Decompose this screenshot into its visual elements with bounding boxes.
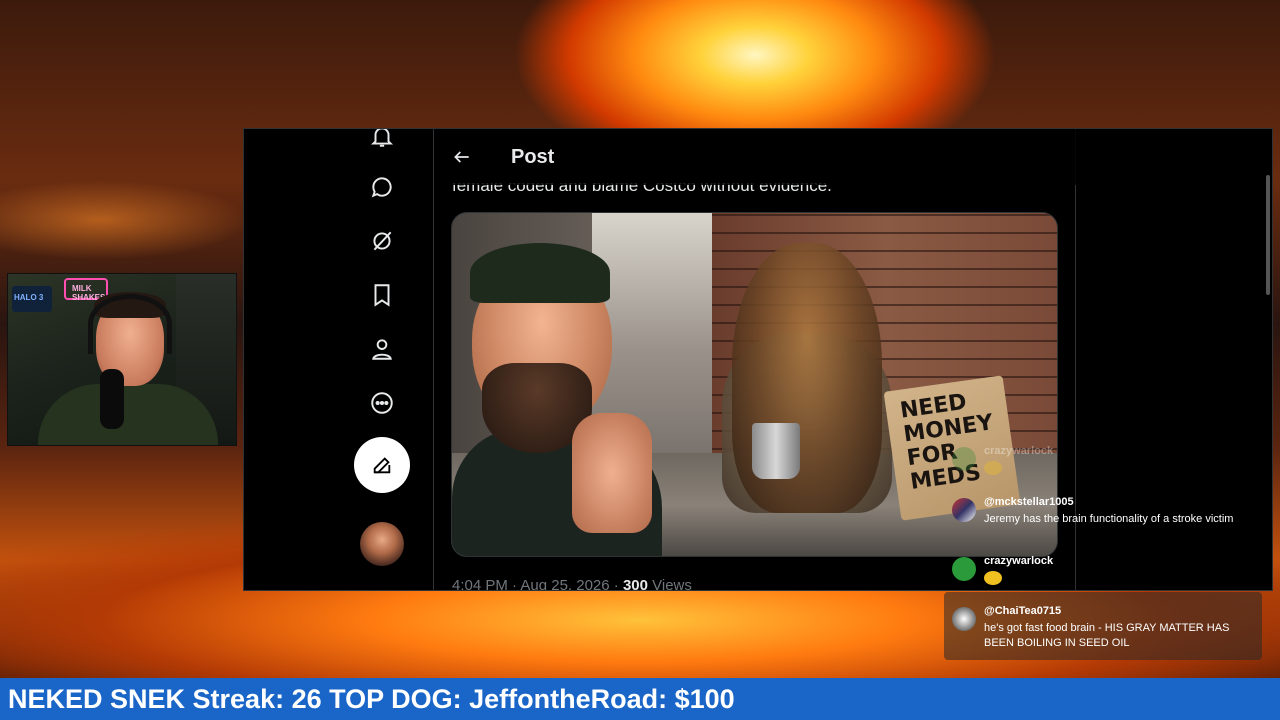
chat-message: @mckstellar1005 Jeremy has the brain fun… (952, 496, 1257, 544)
chat-avatar (952, 498, 976, 522)
scrollbar[interactable] (1266, 175, 1270, 295)
account-avatar[interactable] (360, 522, 404, 566)
image-thumbs-up (572, 413, 652, 533)
webcam-neon-sign-left: HALO 3 (12, 286, 52, 312)
post-timestamp: 4:04 PM · Aug 25, 2026 · (452, 577, 623, 591)
grok-icon[interactable] (367, 226, 397, 256)
headset (88, 294, 172, 354)
bottom-ticker: NEKED SNEK Streak: 26 TOP DOG: Jeffonthe… (0, 678, 1280, 720)
webcam-feed: HALO 3 MILK SHAKES (7, 273, 237, 446)
chat-avatar (952, 557, 976, 581)
microphone (100, 369, 124, 429)
chat-text: he's got fast food brain - HIS GRAY MATT… (984, 622, 1230, 649)
profile-icon[interactable] (367, 334, 397, 364)
chat-message: crazywarlock (952, 555, 1257, 591)
chat-username: @ChaiTea0715 (984, 605, 1062, 617)
page-title: Post (511, 146, 555, 168)
messages-icon[interactable] (367, 172, 397, 202)
stream-chat: crazywarlock @mckstellar1005 Jeremy has … (944, 440, 1264, 660)
left-navigation (244, 129, 434, 590)
ticker-text: NEKED SNEK Streak: 26 TOP DOG: Jeffonthe… (8, 684, 735, 714)
chat-message: crazywarlock (952, 445, 1257, 485)
compose-icon (373, 457, 391, 474)
bookmarks-icon[interactable] (367, 280, 397, 310)
post-header: Post (434, 129, 1076, 185)
chat-username: @mckstellar1005 (984, 496, 1074, 508)
back-button[interactable] (448, 143, 476, 171)
arrow-left-icon (454, 151, 469, 163)
compose-post-button[interactable] (354, 437, 410, 493)
chat-avatar (952, 447, 976, 471)
chat-username: crazywarlock (984, 445, 1054, 457)
post-views-count: 300 (622, 577, 648, 591)
chat-text: Jeremy has the brain functionality of a … (984, 513, 1234, 525)
webcam-sign-left-text: HALO 3 (14, 293, 44, 302)
image-tin-cup (752, 423, 800, 479)
chat-username: crazywarlock (984, 555, 1054, 567)
emoji-icon (984, 571, 1002, 585)
emoji-icon (984, 461, 1002, 475)
notifications-icon[interactable] (367, 129, 397, 151)
background-cloud (0, 180, 250, 260)
more-icon[interactable] (367, 388, 397, 418)
chat-avatar (952, 607, 976, 631)
post-views-label: Views (647, 577, 692, 591)
chat-message: @ChaiTea0715 he's got fast food brain - … (952, 605, 1257, 653)
post-meta: 4:04 PM · Aug 25, 2026 · 300 Views (452, 577, 692, 591)
streamer-body (38, 384, 218, 445)
image-man-cap (470, 243, 610, 303)
